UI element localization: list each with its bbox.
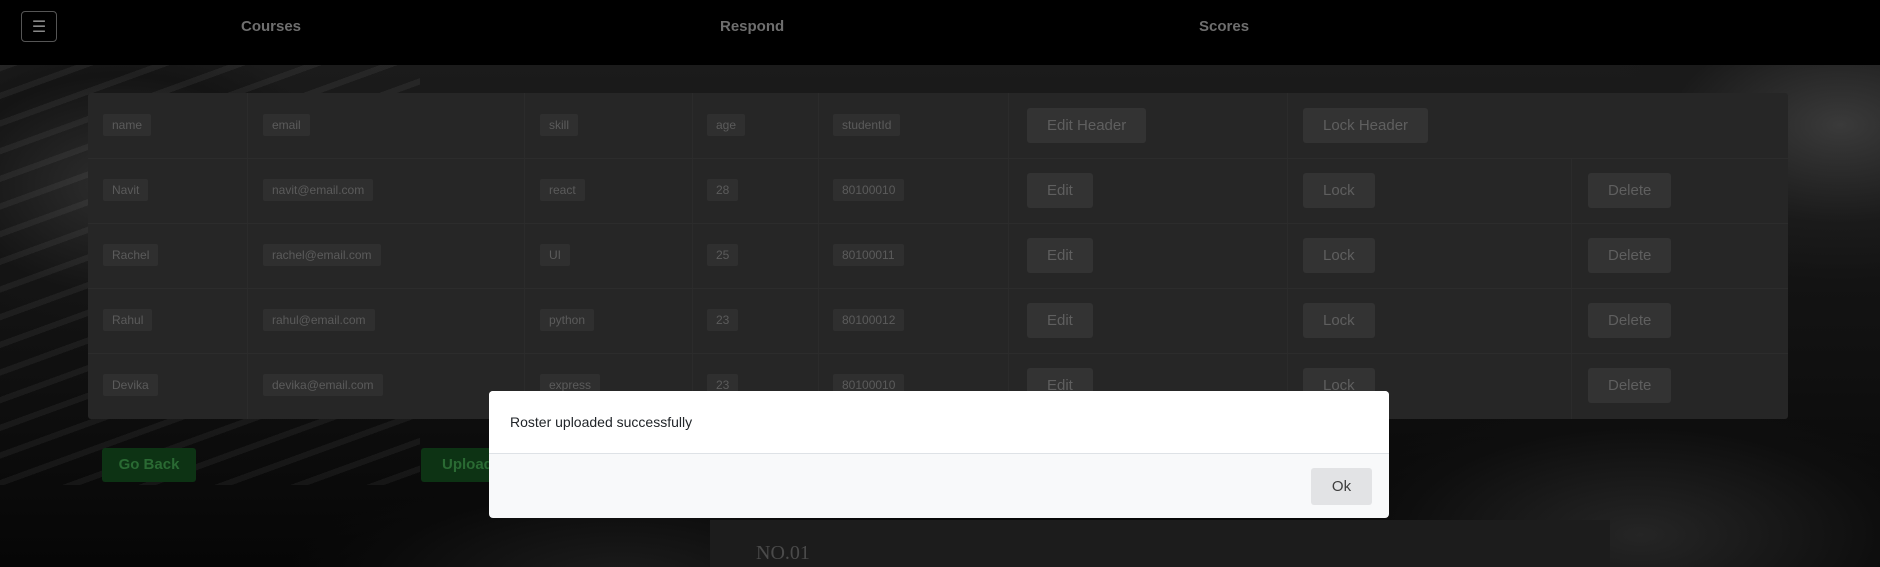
student-id-cell[interactable]: 80100012 <box>833 309 905 331</box>
go-back-button[interactable]: Go Back <box>102 448 196 482</box>
top-navbar: ☰ Courses Respond Scores <box>0 0 1880 54</box>
email-cell[interactable]: navit@email.com <box>263 179 374 201</box>
table-row: Navit navit@email.com react 28 80100010 … <box>88 158 1788 224</box>
lock-header-button[interactable]: Lock Header <box>1303 108 1429 143</box>
student-id-cell[interactable]: 80100011 <box>833 244 904 266</box>
background-paper-text: NO.01 <box>756 542 810 564</box>
skill-cell[interactable]: UI <box>540 244 570 266</box>
nav-link-respond[interactable]: Respond <box>720 18 784 35</box>
skill-cell[interactable]: python <box>540 309 595 331</box>
success-modal: Roster uploaded successfully Ok <box>489 391 1389 518</box>
app-page: NO.01 ☰ Courses Respond Scores name emai… <box>0 0 1880 567</box>
name-cell[interactable]: Navit <box>103 179 149 201</box>
delete-button[interactable]: Delete <box>1588 238 1672 273</box>
modal-message: Roster uploaded successfully <box>510 414 693 430</box>
age-cell[interactable]: 28 <box>707 179 739 201</box>
header-cell[interactable]: email <box>263 114 310 136</box>
edit-button[interactable]: Edit <box>1027 238 1093 273</box>
nav-link-courses[interactable]: Courses <box>241 18 301 35</box>
lock-button[interactable]: Lock <box>1303 238 1375 273</box>
ok-button[interactable]: Ok <box>1311 468 1372 505</box>
age-cell[interactable]: 25 <box>707 244 739 266</box>
age-cell[interactable]: 23 <box>707 309 739 331</box>
student-id-cell[interactable]: 80100010 <box>833 179 905 201</box>
hamburger-icon: ☰ <box>31 18 47 36</box>
name-cell[interactable]: Rachel <box>103 244 159 266</box>
edit-button[interactable]: Edit <box>1027 303 1093 338</box>
header-cell[interactable]: skill <box>540 114 578 136</box>
delete-button[interactable]: Delete <box>1588 173 1672 208</box>
table-row: Rachel rachel@email.com UI 25 80100011 E… <box>88 223 1788 289</box>
email-cell[interactable]: rachel@email.com <box>263 244 381 266</box>
name-cell[interactable]: Devika <box>103 374 158 396</box>
lock-button[interactable]: Lock <box>1303 173 1375 208</box>
menu-button[interactable]: ☰ <box>21 11 57 42</box>
table-header-row: name email skill age studentId Edit Head… <box>88 93 1788 159</box>
email-cell[interactable]: devika@email.com <box>263 374 383 396</box>
table-row: Rahul rahul@email.com python 23 80100012… <box>88 288 1788 354</box>
nav-link-scores[interactable]: Scores <box>1199 18 1249 35</box>
header-cell[interactable]: name <box>103 114 152 136</box>
modal-body: Roster uploaded successfully <box>489 391 1389 454</box>
header-cell[interactable]: age <box>707 114 746 136</box>
delete-button[interactable]: Delete <box>1588 368 1672 403</box>
edit-button[interactable]: Edit <box>1027 173 1093 208</box>
header-cell[interactable]: studentId <box>833 114 901 136</box>
delete-button[interactable]: Delete <box>1588 303 1672 338</box>
background-paper <box>710 520 1610 567</box>
name-cell[interactable]: Rahul <box>103 309 153 331</box>
email-cell[interactable]: rahul@email.com <box>263 309 375 331</box>
roster-table: name email skill age studentId Edit Head… <box>88 93 1788 419</box>
lock-button[interactable]: Lock <box>1303 303 1375 338</box>
edit-header-button[interactable]: Edit Header <box>1027 108 1147 143</box>
skill-cell[interactable]: react <box>540 179 585 201</box>
